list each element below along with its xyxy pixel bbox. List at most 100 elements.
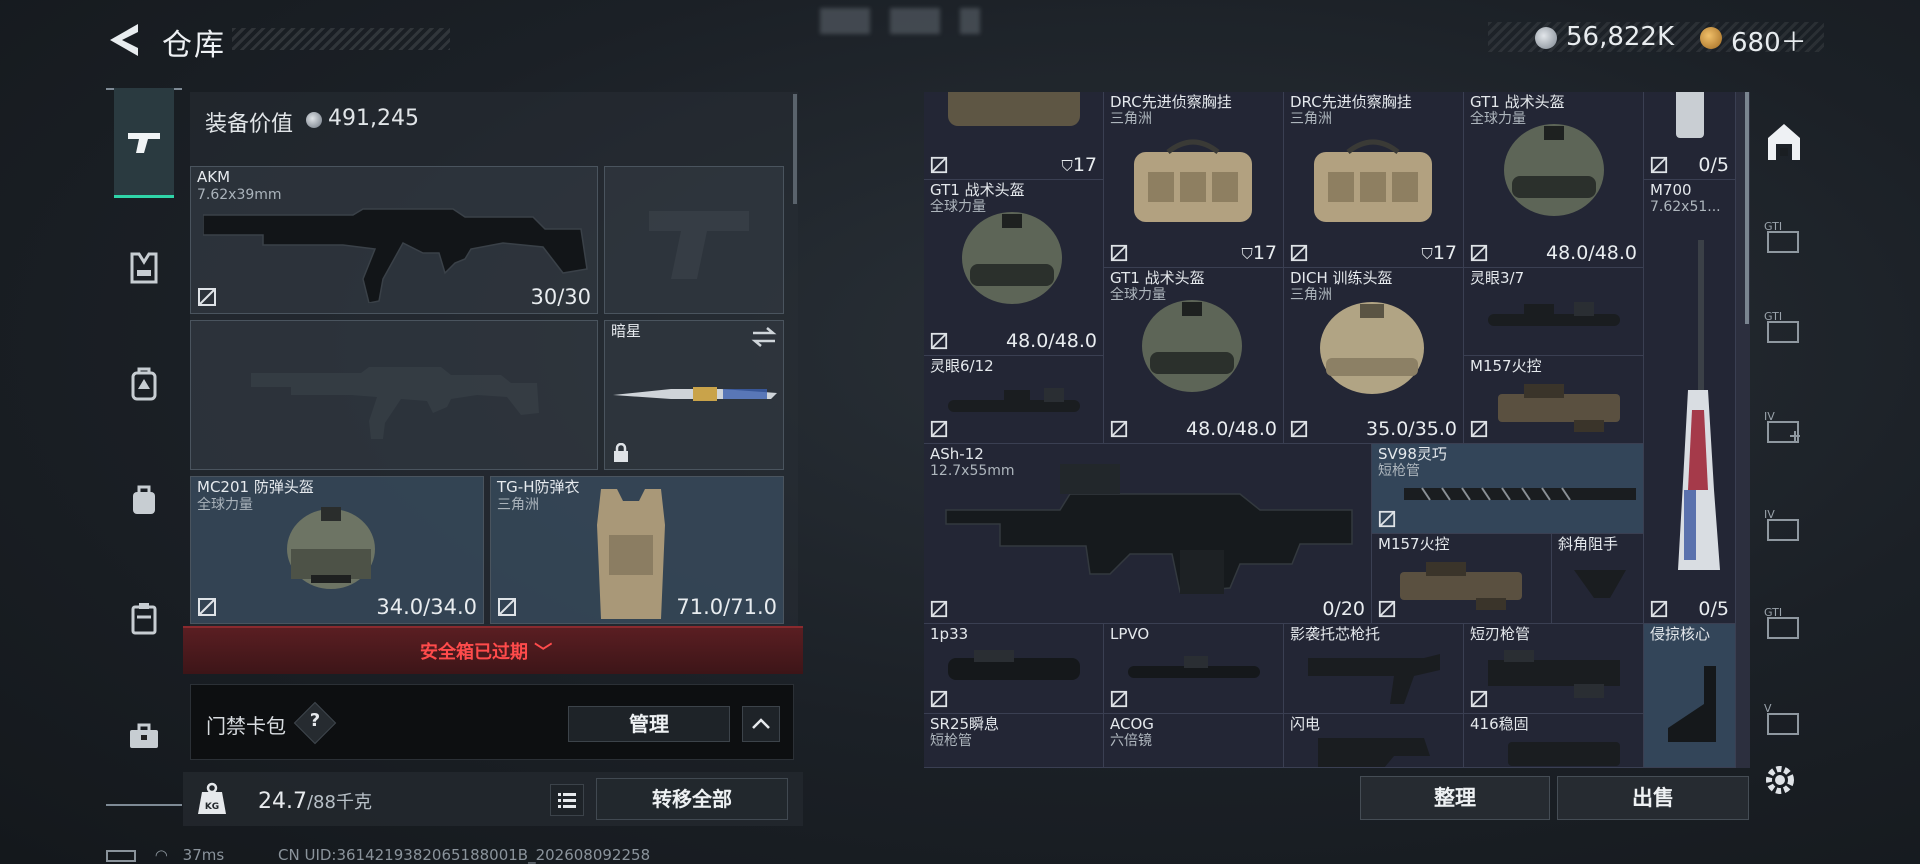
armor-durability: 71.0/71.0 bbox=[676, 595, 777, 619]
transfer-all-button[interactable]: 转移全部 bbox=[596, 778, 788, 820]
collapse-button[interactable] bbox=[742, 706, 780, 742]
no-insure-icon bbox=[1378, 600, 1396, 618]
storage-item-shadow-stock[interactable]: 影袭托芯枪托 bbox=[1284, 624, 1464, 714]
storage-tab-5[interactable]: GTI bbox=[1760, 602, 1804, 646]
vest-icon: ⛉ bbox=[1421, 245, 1433, 263]
item-name: GT1 战术头盔 bbox=[930, 181, 1025, 199]
gear-icon[interactable] bbox=[1762, 762, 1798, 798]
helmet-icon bbox=[1504, 124, 1604, 216]
currency-secondary[interactable]: 680＋ bbox=[1731, 22, 1807, 59]
no-insure-icon bbox=[930, 690, 948, 708]
item-name: LPVO bbox=[1110, 625, 1150, 643]
battery-icon bbox=[106, 849, 136, 862]
category-backpack-tab[interactable] bbox=[114, 354, 174, 414]
storage-item-short-barrel[interactable]: 短刃枪管 bbox=[1464, 624, 1644, 714]
storage-item-gt1-b[interactable]: GT1 战术头盔 全球力量 48.0/48.0 bbox=[1104, 268, 1284, 444]
no-insure-icon bbox=[1290, 244, 1308, 262]
storage-item-lingyan612[interactable]: 灵眼6/12 bbox=[924, 356, 1104, 444]
no-insure-icon bbox=[1110, 420, 1128, 438]
storage-item-sr25[interactable]: SR25瞬息 短枪管 bbox=[924, 714, 1104, 768]
lock-icon bbox=[614, 443, 628, 462]
item-name: M700 bbox=[1650, 181, 1692, 199]
storage-item-acog[interactable]: ACOG 六倍镜 bbox=[1104, 714, 1284, 768]
category-toolbox-tab[interactable] bbox=[114, 706, 174, 766]
item-name: GT1 战术头盔 bbox=[1110, 269, 1205, 287]
item-name: 短刃枪管 bbox=[1470, 625, 1531, 643]
secondary-weapon-slot[interactable] bbox=[190, 320, 598, 470]
magazine-icon bbox=[1676, 92, 1704, 138]
storage-tab-1[interactable]: GTI bbox=[1760, 216, 1804, 260]
storage-tab-2[interactable]: GTI bbox=[1760, 306, 1804, 350]
category-bag-tab[interactable] bbox=[114, 470, 174, 530]
item-type: 短枪管 bbox=[1378, 463, 1420, 479]
barrel-icon bbox=[1404, 487, 1636, 501]
no-insure-icon bbox=[1378, 510, 1396, 528]
equipment-value-label: 装备价值 bbox=[205, 112, 294, 137]
storage-item-lingyan37[interactable]: 灵眼3/7 bbox=[1464, 268, 1644, 356]
storage-item-bag[interactable]: ⛉17 bbox=[924, 92, 1104, 180]
item-stack-count: 17 bbox=[1432, 242, 1457, 264]
no-insure-icon bbox=[198, 288, 216, 306]
category-chest-rig-tab[interactable] bbox=[114, 238, 174, 298]
knife-icon bbox=[613, 387, 777, 401]
vest-icon: ⛉ bbox=[1241, 245, 1253, 263]
manage-button[interactable]: 管理 bbox=[568, 706, 730, 742]
storage-tab-6[interactable]: V bbox=[1760, 698, 1804, 742]
scope-icon bbox=[1488, 302, 1620, 326]
helmet-slot[interactable]: MC201 防弹头盔 全球力量 34.0/34.0 bbox=[190, 476, 484, 624]
sell-button[interactable]: 出售 bbox=[1557, 776, 1749, 820]
storage-tab-label: GTI bbox=[1764, 220, 1783, 233]
item-name: 416稳固 bbox=[1470, 715, 1529, 733]
storage-item-lpvo[interactable]: LPVO bbox=[1104, 624, 1284, 714]
storage-item-416-fixed[interactable]: 416稳固 bbox=[1464, 714, 1644, 768]
back-arrow-icon[interactable] bbox=[108, 22, 142, 58]
helmet-durability: 34.0/34.0 bbox=[376, 595, 477, 619]
item-faction: 三角洲 bbox=[1290, 111, 1332, 127]
storage-item-raid-core[interactable]: 侵掠核心 bbox=[1644, 624, 1736, 768]
storage-tab-main[interactable] bbox=[1762, 120, 1806, 164]
armor-slot[interactable]: TG-H防弹衣 三角洲 71.0/71.0 bbox=[490, 476, 784, 624]
list-icon bbox=[558, 793, 576, 808]
item-ammo: 0/5 bbox=[1698, 598, 1729, 620]
primary-weapon-slot[interactable]: AKM 7.62x39mm 30/30 bbox=[190, 166, 598, 314]
storage-item-lightning[interactable]: 闪电 bbox=[1284, 714, 1464, 768]
rifle-silhouette-icon bbox=[251, 367, 539, 439]
handguard-icon bbox=[1488, 650, 1620, 698]
storage-item-gt1-a[interactable]: GT1 战术头盔 全球力量 48.0/48.0 bbox=[924, 180, 1104, 356]
storage-tabs: GTI GTI IV IV GTI V bbox=[1752, 92, 1810, 782]
storage-item-m700[interactable]: M700 7.62x51... 0/5 bbox=[1644, 180, 1736, 624]
storage-item-sv98[interactable]: SV98灵巧 短枪管 bbox=[1372, 444, 1644, 534]
storage-tab-label: V bbox=[1764, 702, 1772, 715]
category-case-tab[interactable] bbox=[114, 588, 174, 648]
equipment-scrollbar[interactable] bbox=[793, 94, 797, 204]
category-weapons-tab[interactable] bbox=[114, 88, 174, 198]
storage-item-magazine[interactable]: 0/5 bbox=[1644, 92, 1736, 180]
storage-scrollbar[interactable] bbox=[1745, 92, 1749, 324]
storage-tab-label: GTI bbox=[1764, 310, 1783, 323]
sidearm-slot[interactable] bbox=[604, 166, 784, 314]
melee-slot[interactable]: 暗星 bbox=[604, 320, 784, 470]
item-stack: ⛉17 bbox=[1422, 242, 1457, 264]
storage-item-gt1-top[interactable]: GT1 战术头盔 全球力量 48.0/48.0 bbox=[1464, 92, 1644, 268]
storage-item-angled-grip[interactable]: 斜角阻手 bbox=[1552, 534, 1644, 624]
storage-tab-3[interactable]: IV bbox=[1760, 406, 1804, 450]
svg-text:KG: KG bbox=[205, 802, 219, 812]
storage-item-dich[interactable]: DICH 训练头盔 三角洲 35.0/35.0 bbox=[1284, 268, 1464, 444]
divider bbox=[106, 804, 182, 806]
sort-button[interactable]: 整理 bbox=[1360, 776, 1550, 820]
equipment-value: 491,245 bbox=[328, 106, 419, 131]
stock-icon bbox=[1668, 666, 1716, 742]
storage-item-ash12[interactable]: ASh-12 12.7x55mm 0/20 bbox=[924, 444, 1372, 624]
list-view-button[interactable] bbox=[550, 784, 584, 816]
storage-item-m157-b[interactable]: M157火控 bbox=[1372, 534, 1552, 624]
top-decoration bbox=[820, 8, 980, 34]
storage-item-drc-1[interactable]: DRC先进侦察胸挂 三角洲 ⛉17 bbox=[1104, 92, 1284, 268]
storage-item-1p33[interactable]: 1p33 bbox=[924, 624, 1104, 714]
swap-icon[interactable] bbox=[751, 327, 777, 347]
no-insure-icon bbox=[1470, 244, 1488, 262]
storage-item-m157-a[interactable]: M157火控 bbox=[1464, 356, 1644, 444]
case-icon bbox=[131, 603, 157, 635]
storage-item-drc-2[interactable]: DRC先进侦察胸挂 三角洲 ⛉17 bbox=[1284, 92, 1464, 268]
helmet-icon bbox=[287, 507, 375, 589]
storage-tab-4[interactable]: IV bbox=[1760, 504, 1804, 548]
